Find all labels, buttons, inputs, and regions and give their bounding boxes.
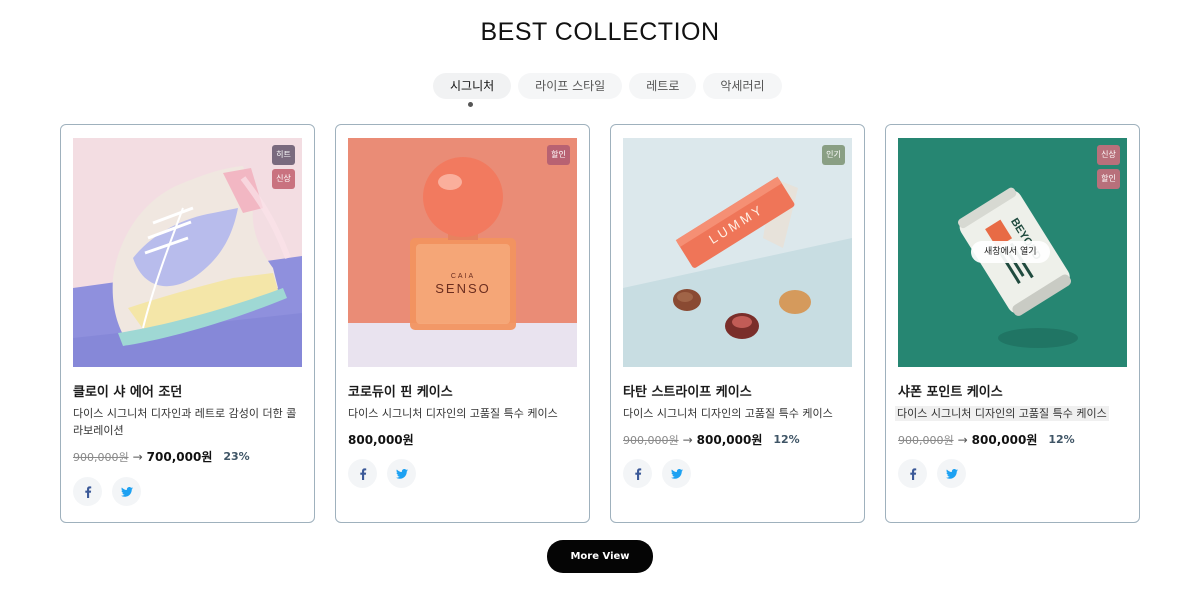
product-description: 다이스 시그니처 디자인의 고품질 특수 케이스 [348, 407, 558, 420]
badge-group: 신상 할인 [1097, 145, 1120, 189]
twitter-icon [120, 486, 133, 497]
facebook-icon [909, 467, 916, 480]
badge-new: 신상 [272, 169, 295, 189]
facebook-icon [634, 467, 641, 480]
original-price: 900,000원 [73, 450, 129, 464]
product-name[interactable]: 코로듀이 핀 케이스 [348, 381, 453, 400]
original-price: 900,000원 [898, 433, 954, 447]
twitter-icon [670, 468, 683, 479]
product-name[interactable]: 클로이 샤 에어 조던 [73, 381, 182, 400]
twitter-share-button[interactable] [387, 459, 416, 488]
product-image-sneaker[interactable]: 히트 신상 [73, 138, 302, 367]
product-description: 다이스 시그니처 디자인의 고품질 특수 케이스 [895, 405, 1127, 422]
product-card[interactable]: BEYOND 신상 할인 새창에서 열기 샤폰 포인트 케이스 다이스 시그니처… [885, 124, 1140, 523]
product-description: 다이스 시그니처 디자인과 레트로 감성이 더한 콜라보레이션 [73, 407, 297, 437]
discount-rate: 12% [773, 433, 800, 446]
discount-rate: 12% [1048, 433, 1075, 446]
category-tabs: 시그니처 라이프 스타일 레트로 악세러리 [433, 73, 782, 99]
section-title: BEST COLLECTION [480, 18, 720, 46]
tab-accessory[interactable]: 악세러리 [703, 73, 782, 99]
sale-price: 800,000원 [971, 433, 1038, 447]
share-buttons [898, 459, 966, 488]
twitter-icon [945, 468, 958, 479]
perfume-brand-main: SENSO [435, 281, 491, 296]
facebook-share-button[interactable] [623, 459, 652, 488]
price-row: 900,000원 → 800,000원 12% [898, 431, 1075, 448]
arrow-right-icon: → [682, 432, 693, 447]
price-row: 900,000원 → 700,000원 23% [73, 448, 250, 465]
facebook-share-button[interactable] [73, 477, 102, 506]
facebook-share-button[interactable] [898, 459, 927, 488]
twitter-share-button[interactable] [662, 459, 691, 488]
badge-sale: 할인 [547, 145, 570, 165]
sale-price: 700,000원 [146, 450, 213, 464]
product-card[interactable]: CAIA SENSO 할인 코로듀이 핀 케이스 다이스 시그니처 디자인의 고… [335, 124, 590, 523]
product-name[interactable]: 샤폰 포인트 케이스 [898, 381, 1003, 400]
product-card[interactable]: LUMMY 인기 타탄 스트라이프 케이스 다이스 시그니처 디자인의 고품질 … [610, 124, 865, 523]
twitter-share-button[interactable] [937, 459, 966, 488]
product-card[interactable]: 히트 신상 클로이 샤 에어 조던 다이스 시그니처 디자인과 레트로 감성이 … [60, 124, 315, 523]
more-view-button[interactable]: More View [547, 540, 653, 573]
twitter-icon [395, 468, 408, 479]
facebook-icon [359, 467, 366, 480]
badge-popular: 인기 [822, 145, 845, 165]
badge-group: 인기 [822, 145, 845, 165]
product-description: 다이스 시그니처 디자인의 고품질 특수 케이스 [623, 407, 833, 420]
arrow-right-icon: → [957, 432, 968, 447]
badge-new: 신상 [1097, 145, 1120, 165]
badge-sale: 할인 [1097, 169, 1120, 189]
sale-price: 800,000원 [696, 433, 763, 447]
sale-price: 800,000원 [348, 433, 414, 447]
arrow-right-icon: → [132, 449, 143, 464]
badge-group: 할인 [547, 145, 570, 165]
product-description-text: 다이스 시그니처 디자인의 고품질 특수 케이스 [895, 406, 1109, 421]
perfume-brand-small: CAIA [451, 273, 475, 280]
tab-retro[interactable]: 레트로 [629, 73, 697, 99]
share-buttons [623, 459, 691, 488]
product-image-perfume[interactable]: CAIA SENSO 할인 [348, 138, 577, 367]
price-row: 900,000원 → 800,000원 12% [623, 431, 800, 448]
product-list: 히트 신상 클로이 샤 에어 조던 다이스 시그니처 디자인과 레트로 감성이 … [60, 124, 1140, 523]
badge-hit: 히트 [272, 145, 295, 165]
product-name[interactable]: 타탄 스트라이프 케이스 [623, 381, 752, 400]
active-tab-indicator [468, 102, 473, 107]
discount-rate: 23% [223, 450, 250, 463]
tab-lifestyle[interactable]: 라이프 스타일 [518, 73, 623, 99]
tab-signature[interactable]: 시그니처 [433, 73, 512, 99]
facebook-share-button[interactable] [348, 459, 377, 488]
product-image-can[interactable]: BEYOND 신상 할인 새창에서 열기 [898, 138, 1127, 367]
product-image-cookies[interactable]: LUMMY 인기 [623, 138, 852, 367]
share-buttons [73, 477, 141, 506]
original-price: 900,000원 [623, 433, 679, 447]
twitter-share-button[interactable] [112, 477, 141, 506]
price-row: 800,000원 [348, 431, 414, 448]
badge-group: 히트 신상 [272, 145, 295, 189]
facebook-icon [84, 485, 91, 498]
share-buttons [348, 459, 416, 488]
open-in-new-window-button[interactable]: 새창에서 열기 [971, 241, 1050, 263]
